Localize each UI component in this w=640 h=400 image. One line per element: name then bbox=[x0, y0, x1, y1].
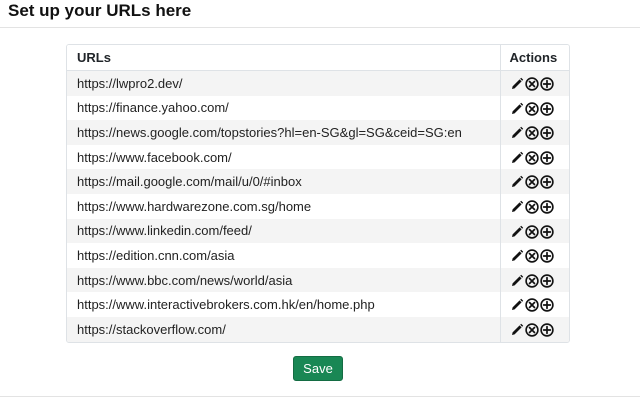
actions-cell bbox=[499, 144, 569, 170]
actions-cell bbox=[499, 169, 569, 194]
remove-circle-icon[interactable] bbox=[524, 224, 539, 239]
table-row: https://www.hardwarezone.com.sg/home bbox=[67, 193, 569, 219]
remove-circle-icon[interactable] bbox=[524, 249, 539, 263]
pencil-icon[interactable] bbox=[510, 274, 524, 288]
url-cell[interactable]: https://www.interactivebrokers.com.hk/en… bbox=[67, 292, 500, 317]
page-title: Set up your URLs here bbox=[8, 1, 192, 20]
table-row: https://lwpro2.dev/ bbox=[67, 70, 569, 96]
remove-circle-icon[interactable] bbox=[524, 298, 539, 313]
table-row: https://www.facebook.com/ bbox=[67, 144, 569, 170]
url-cell[interactable]: https://stackoverflow.com/ bbox=[67, 316, 500, 342]
title-divider bbox=[0, 27, 640, 28]
urls-table-container: URLs Actions https://lwpro2.dev/ https:/… bbox=[66, 44, 570, 343]
url-cell[interactable]: https://finance.yahoo.com/ bbox=[67, 95, 500, 121]
remove-circle-icon[interactable] bbox=[524, 101, 539, 116]
actions-cell bbox=[499, 193, 569, 219]
actions-cell bbox=[499, 218, 569, 244]
remove-circle-icon[interactable] bbox=[524, 77, 539, 91]
table-row: https://www.linkedin.com/feed/ bbox=[67, 218, 569, 244]
table-row: https://mail.google.com/mail/u/0/#inbox bbox=[67, 169, 569, 194]
table-row: https://edition.cnn.com/asia bbox=[67, 243, 569, 268]
url-cell[interactable]: https://mail.google.com/mail/u/0/#inbox bbox=[67, 169, 500, 194]
actions-cell bbox=[499, 95, 569, 121]
add-circle-icon[interactable] bbox=[539, 274, 554, 288]
remove-circle-icon[interactable] bbox=[524, 175, 539, 190]
remove-circle-icon[interactable] bbox=[524, 323, 539, 337]
save-button[interactable]: Save bbox=[293, 356, 343, 381]
actions-cell bbox=[499, 292, 569, 317]
pencil-icon[interactable] bbox=[510, 77, 524, 91]
actions-cell bbox=[499, 120, 569, 145]
urls-column-header: URLs bbox=[67, 45, 500, 71]
pencil-icon[interactable] bbox=[510, 126, 524, 140]
url-cell[interactable]: https://edition.cnn.com/asia bbox=[67, 243, 500, 268]
table-header-row: URLs Actions bbox=[67, 45, 569, 71]
pencil-icon[interactable] bbox=[510, 200, 524, 214]
add-circle-icon[interactable] bbox=[539, 323, 554, 337]
pencil-icon[interactable] bbox=[510, 102, 524, 116]
url-cell[interactable]: https://www.linkedin.com/feed/ bbox=[67, 218, 500, 244]
table-row: https://stackoverflow.com/ bbox=[67, 316, 569, 342]
actions-cell bbox=[499, 316, 569, 342]
add-circle-icon[interactable] bbox=[539, 200, 554, 214]
add-circle-icon[interactable] bbox=[539, 77, 554, 91]
table-row: https://news.google.com/topstories?hl=en… bbox=[67, 120, 569, 145]
urls-table: URLs Actions https://lwpro2.dev/ https:/… bbox=[67, 45, 569, 342]
url-cell[interactable]: https://www.bbc.com/news/world/asia bbox=[67, 267, 500, 293]
url-cell[interactable]: https://www.hardwarezone.com.sg/home bbox=[67, 193, 500, 219]
table-row: https://finance.yahoo.com/ bbox=[67, 95, 569, 121]
pencil-icon[interactable] bbox=[510, 175, 524, 189]
bottom-divider bbox=[0, 396, 640, 397]
remove-circle-icon[interactable] bbox=[524, 274, 539, 288]
remove-circle-icon[interactable] bbox=[524, 151, 539, 165]
pencil-icon[interactable] bbox=[510, 298, 524, 312]
url-cell[interactable]: https://lwpro2.dev/ bbox=[67, 70, 500, 96]
pencil-icon[interactable] bbox=[510, 225, 524, 239]
actions-cell bbox=[499, 267, 569, 293]
pencil-icon[interactable] bbox=[510, 323, 524, 337]
add-circle-icon[interactable] bbox=[539, 224, 554, 239]
add-circle-icon[interactable] bbox=[539, 126, 554, 140]
settings-page: Set up your URLs here URLs Actions https… bbox=[0, 0, 640, 400]
actions-column-header: Actions bbox=[499, 45, 569, 71]
remove-circle-icon[interactable] bbox=[524, 126, 539, 140]
table-row: https://www.interactivebrokers.com.hk/en… bbox=[67, 292, 569, 317]
add-circle-icon[interactable] bbox=[539, 101, 554, 116]
add-circle-icon[interactable] bbox=[539, 249, 554, 263]
urls-table-body: https://lwpro2.dev/ https://finance.yaho… bbox=[67, 70, 569, 342]
actions-cell bbox=[499, 243, 569, 268]
add-circle-icon[interactable] bbox=[539, 298, 554, 313]
table-row: https://www.bbc.com/news/world/asia bbox=[67, 267, 569, 293]
url-cell[interactable]: https://news.google.com/topstories?hl=en… bbox=[67, 120, 500, 145]
add-circle-icon[interactable] bbox=[539, 151, 554, 165]
add-circle-icon[interactable] bbox=[539, 175, 554, 190]
remove-circle-icon[interactable] bbox=[524, 200, 539, 214]
url-cell[interactable]: https://www.facebook.com/ bbox=[67, 144, 500, 170]
pencil-icon[interactable] bbox=[510, 249, 524, 263]
pencil-icon[interactable] bbox=[510, 151, 524, 165]
actions-cell bbox=[499, 70, 569, 96]
